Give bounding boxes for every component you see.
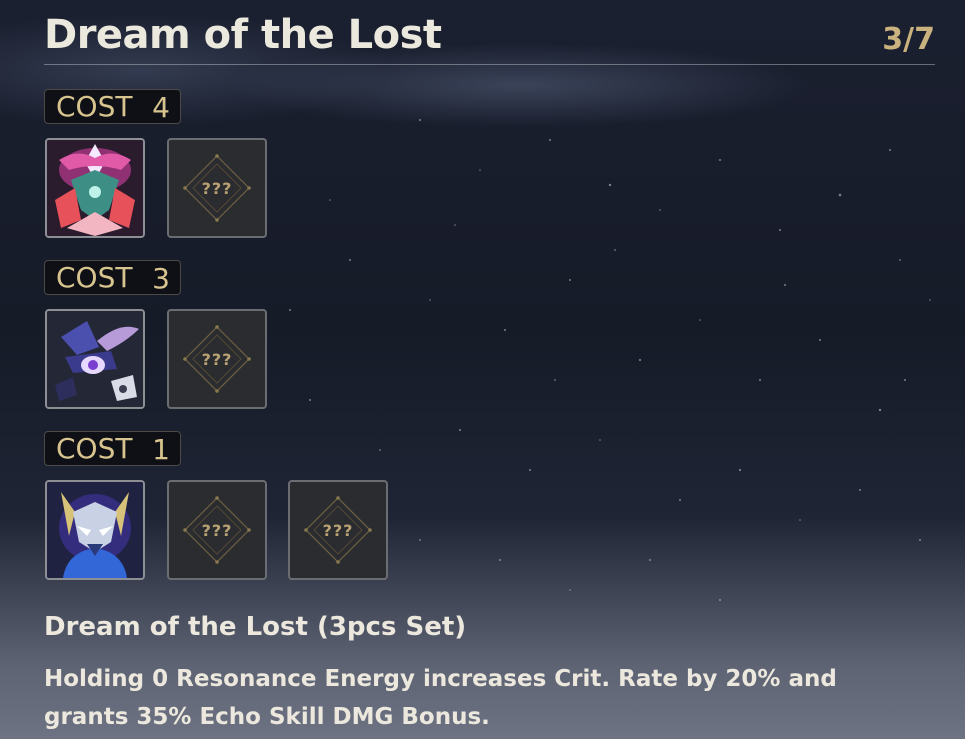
unknown-echo-label: ??? — [201, 520, 233, 540]
cost-label: COST — [56, 432, 133, 465]
unknown-echo-label: ??? — [201, 349, 233, 369]
cost-value: 1 — [152, 433, 170, 466]
echo-slot-pink-armored-boss[interactable] — [45, 138, 145, 238]
cost-1-badge: COST 1 — [44, 431, 181, 466]
collection-progress: 3/7 — [882, 22, 935, 57]
cost-value: 4 — [152, 91, 170, 124]
echo-purple-eye-creature-icon — [47, 311, 143, 407]
set-bonus-title: Dream of the Lost (3pcs Set) — [44, 612, 467, 642]
echo-slot-unknown[interactable]: ??? — [167, 138, 267, 238]
cost-4-badge: COST 4 — [44, 89, 181, 124]
set-name-title: Dream of the Lost — [44, 12, 442, 58]
echo-slot-blue-gold-helm[interactable] — [45, 480, 145, 580]
cost-value: 3 — [152, 262, 170, 295]
cost-3-badge: COST 3 — [44, 260, 181, 295]
cost-label: COST — [56, 90, 133, 123]
echo-slot-unknown[interactable]: ??? — [167, 480, 267, 580]
cost-label: COST — [56, 261, 133, 294]
echo-pink-armored-boss-icon — [47, 140, 143, 236]
echo-blue-gold-helm-icon — [47, 482, 143, 578]
set-bonus-description: Holding 0 Resonance Energy increases Cri… — [44, 666, 837, 730]
echo-slot-unknown[interactable]: ??? — [288, 480, 388, 580]
echo-slot-purple-eye-creature[interactable] — [45, 309, 145, 409]
echo-slot-unknown[interactable]: ??? — [167, 309, 267, 409]
set-header: Dream of the Lost 3/7 — [44, 12, 935, 65]
unknown-echo-label: ??? — [322, 520, 354, 540]
unknown-echo-label: ??? — [201, 178, 233, 198]
